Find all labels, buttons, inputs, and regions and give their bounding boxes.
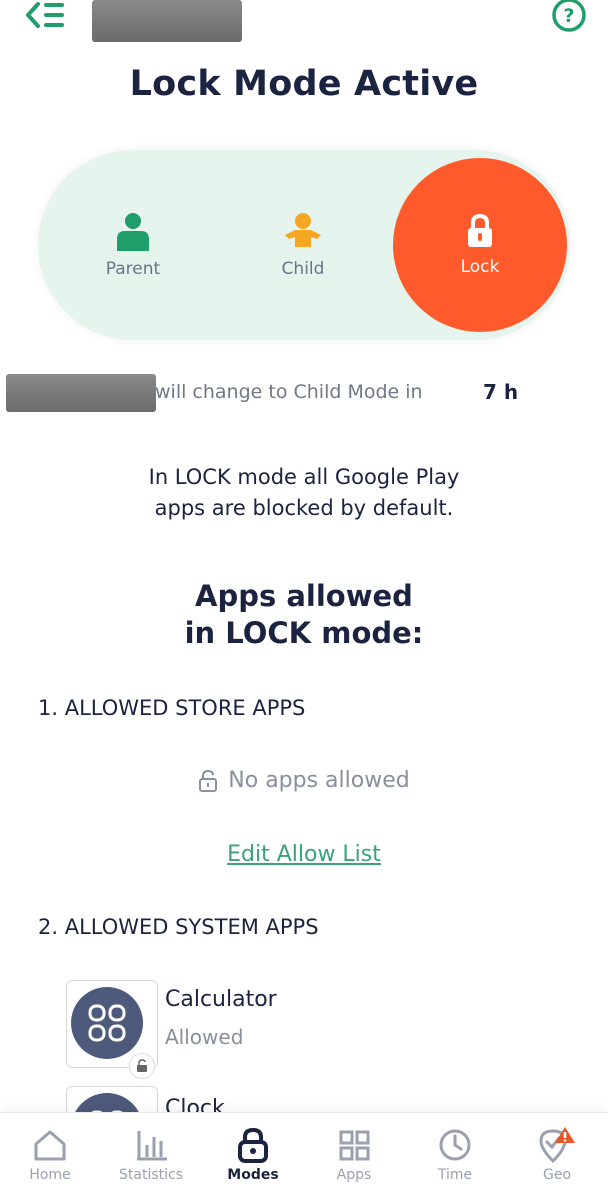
app-status: Allowed <box>165 1025 244 1049</box>
mode-selector: Parent Child Lock <box>38 150 570 340</box>
lock-badge-icon <box>129 1053 155 1079</box>
help-button[interactable]: ? <box>550 0 588 34</box>
mode-change-time: 7 h <box>483 380 519 404</box>
page-title: Lock Mode Active <box>129 64 479 104</box>
bottom-navigation: Home Statistics Modes Apps Time Geo <box>0 1112 608 1201</box>
lock-icon <box>238 1127 268 1163</box>
mode-parent-button[interactable]: Parent <box>78 150 188 340</box>
app-name: Calculator <box>165 987 277 1012</box>
edit-allow-list-link[interactable]: Edit Allow List <box>0 842 608 867</box>
statistics-icon <box>137 1131 167 1161</box>
nav-geo[interactable]: Geo <box>507 1113 607 1201</box>
mode-lock-label: Lock <box>460 257 500 277</box>
mode-lock-button[interactable]: Lock <box>393 158 567 332</box>
nav-modes[interactable]: Modes <box>203 1113 303 1201</box>
redacted-child-name <box>6 374 156 412</box>
nav-home[interactable]: Home <box>0 1113 100 1201</box>
lock-icon <box>468 213 492 247</box>
calculator-icon <box>88 1004 126 1042</box>
unlock-icon <box>199 769 218 792</box>
nav-apps[interactable]: Apps <box>304 1113 404 1201</box>
apps-grid-icon <box>339 1130 370 1161</box>
clock-icon <box>439 1129 471 1161</box>
mode-child-label: Child <box>281 259 325 279</box>
svg-text:?: ? <box>563 5 574 27</box>
system-apps-section-title: 2. ALLOWED SYSTEM APPS <box>38 915 319 939</box>
mode-child-button[interactable]: Child <box>248 150 358 340</box>
no-apps-allowed: No apps allowed <box>0 768 608 793</box>
store-apps-section-title: 1. ALLOWED STORE APPS <box>38 696 306 720</box>
mode-parent-label: Parent <box>105 259 161 279</box>
child-person-icon <box>285 213 321 247</box>
mode-change-text: will change to Child Mode in <box>155 381 423 403</box>
lock-info-text: In LOCK mode all Google Play apps are bl… <box>148 465 460 520</box>
home-icon <box>34 1130 66 1161</box>
geo-pin-icon <box>539 1127 575 1163</box>
help-icon: ? <box>552 0 586 32</box>
redacted-child-name <box>92 0 242 42</box>
calculator-app-icon[interactable] <box>66 980 158 1079</box>
back-menu-icon <box>26 2 64 28</box>
back-menu-button[interactable] <box>24 0 68 34</box>
nav-time[interactable]: Time <box>405 1113 505 1201</box>
allowed-apps-heading: Apps allowed in LOCK mode: <box>184 579 424 650</box>
parent-person-icon <box>117 213 149 251</box>
nav-statistics[interactable]: Statistics <box>101 1113 201 1201</box>
